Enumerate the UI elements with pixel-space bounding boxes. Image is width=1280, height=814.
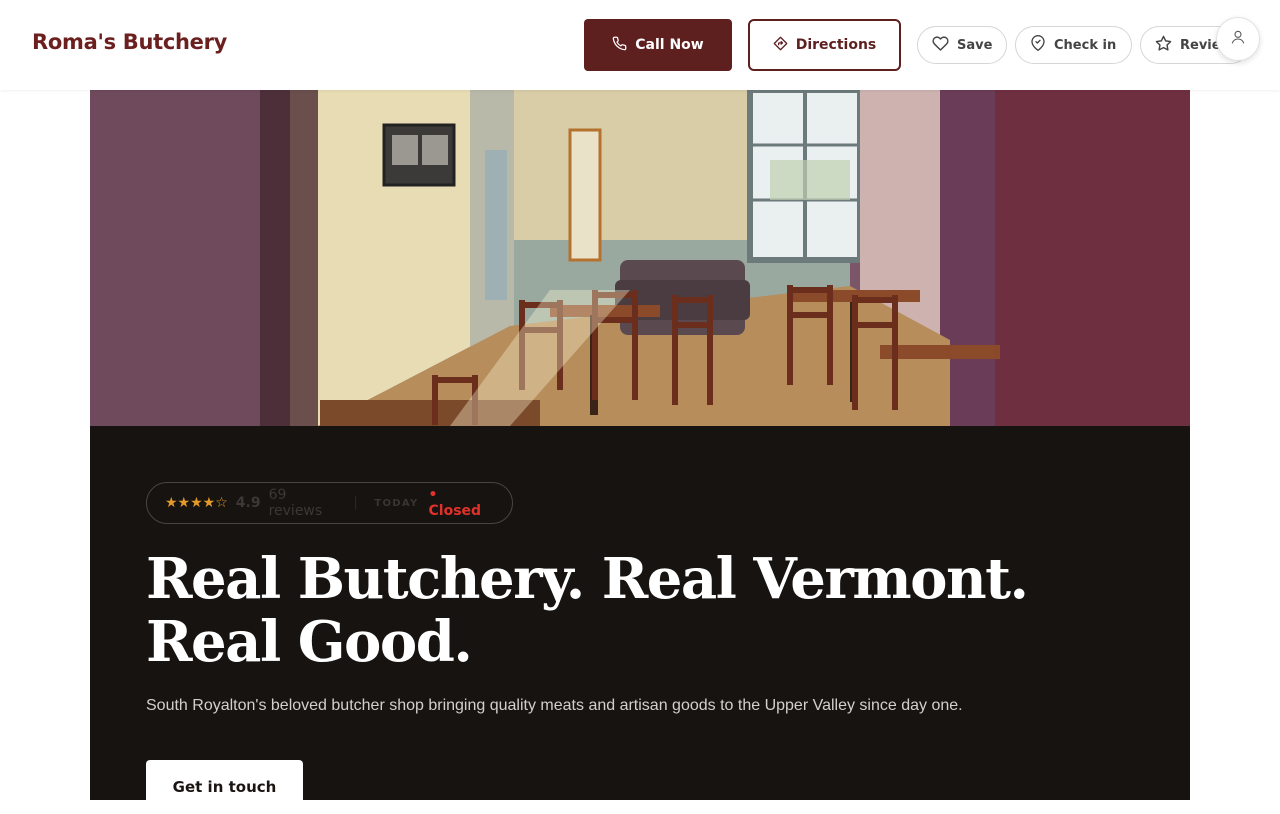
phone-icon xyxy=(612,36,627,55)
rating-hours-bar: ★★★★☆ 4.9 69 reviews TODAY • Closed xyxy=(146,482,513,524)
user-icon xyxy=(1230,29,1246,49)
user-account-button[interactable] xyxy=(1216,17,1260,61)
check-in-label: Check in xyxy=(1054,37,1117,53)
get-in-touch-button[interactable]: Get in touch xyxy=(146,760,303,814)
rating-value: 4.9 xyxy=(235,495,261,511)
hero-photo xyxy=(90,90,1190,426)
hero-content-panel: ★★★★☆ 4.9 69 reviews TODAY • Closed Real… xyxy=(90,426,1190,814)
hero-headline: Real Butchery. Real Vermont. Real Good. xyxy=(146,546,1029,675)
directions-icon xyxy=(773,36,788,55)
star-rating-icons: ★★★★☆ xyxy=(165,495,228,511)
review-count-link[interactable]: 69 reviews xyxy=(269,487,344,519)
directions-label: Directions xyxy=(795,37,877,53)
cafe-interior-illustration xyxy=(90,90,1190,426)
call-now-button[interactable]: Call Now xyxy=(584,19,732,71)
directions-button[interactable]: Directions xyxy=(748,19,901,71)
brand-logo[interactable]: Roma's Butchery xyxy=(32,30,227,54)
hero-subtext: South Royalton's beloved butcher shop br… xyxy=(146,697,963,714)
divider xyxy=(355,496,357,510)
check-in-button[interactable]: Check in xyxy=(1015,26,1132,64)
open-status: • Closed xyxy=(428,487,482,519)
save-button[interactable]: Save xyxy=(917,26,1007,64)
star-icon xyxy=(1155,35,1172,56)
call-now-label: Call Now xyxy=(635,37,704,53)
save-label: Save xyxy=(957,37,993,53)
site-header: Roma's Butchery Call Now Directions Save… xyxy=(0,0,1280,90)
heart-icon xyxy=(932,35,949,56)
today-label: TODAY xyxy=(374,497,419,509)
map-pin-icon xyxy=(1030,35,1046,55)
